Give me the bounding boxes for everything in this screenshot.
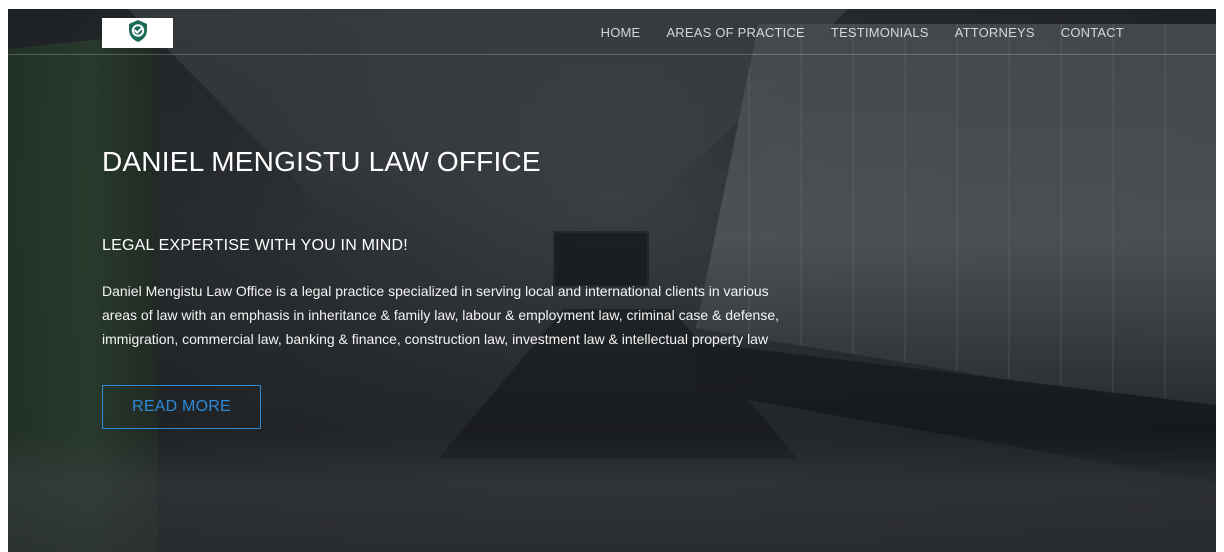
shield-badge-icon xyxy=(125,18,151,49)
main-nav: HOME AREAS OF PRACTICE TESTIMONIALS ATTO… xyxy=(601,25,1124,40)
nav-attorneys[interactable]: ATTORNEYS xyxy=(955,25,1035,40)
site-logo[interactable] xyxy=(102,18,173,48)
page-frame: HOME AREAS OF PRACTICE TESTIMONIALS ATTO… xyxy=(8,9,1216,552)
nav-testimonials[interactable]: TESTIMONIALS xyxy=(831,25,929,40)
read-more-button[interactable]: READ MORE xyxy=(102,385,261,429)
hero-title: DANIEL MENGISTU LAW OFFICE xyxy=(102,146,541,177)
nav-contact[interactable]: CONTACT xyxy=(1061,25,1124,40)
top-navbar: HOME AREAS OF PRACTICE TESTIMONIALS ATTO… xyxy=(8,9,1216,55)
nav-home[interactable]: HOME xyxy=(601,25,641,40)
hero-description: Daniel Mengistu Law Office is a legal pr… xyxy=(102,283,779,347)
nav-areas-of-practice[interactable]: AREAS OF PRACTICE xyxy=(666,25,804,40)
hero-tagline: LEGAL EXPERTISE WITH YOU IN MIND! xyxy=(102,237,408,254)
